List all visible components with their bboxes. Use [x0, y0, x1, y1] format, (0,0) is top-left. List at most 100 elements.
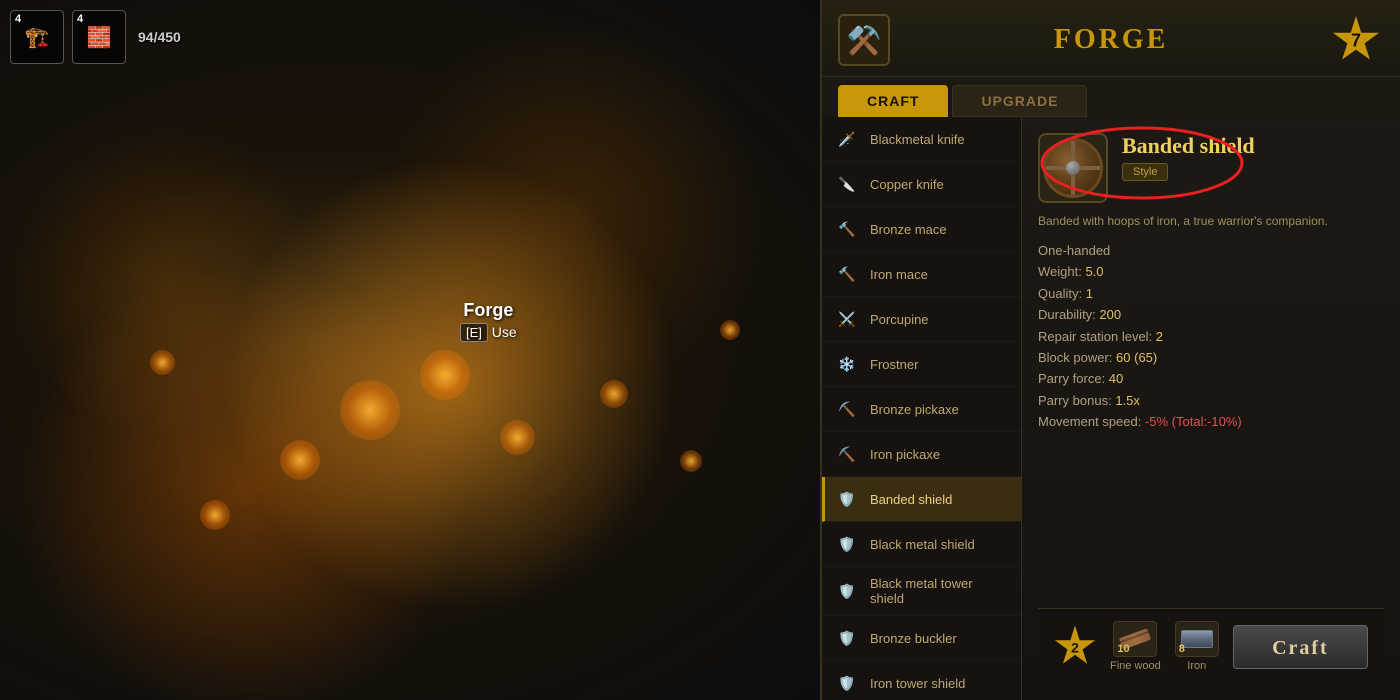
stat-handed: One-handed — [1038, 240, 1384, 261]
list-item-icon-banded-shield: 🛡️ — [834, 486, 860, 512]
item-name-heading: Banded shield — [1122, 133, 1384, 159]
light-effect — [420, 350, 470, 400]
hud-inventory: 4 🏗️ 4 🧱 94/450 — [10, 10, 181, 64]
list-item-label-copper-knife: Copper knife — [870, 177, 944, 192]
ingredient-fine-wood-count: 10 — [1117, 643, 1129, 655]
forge-header: ⚒️ FORGE 7 — [822, 0, 1400, 77]
list-item-label-bronze-buckler: Bronze buckler — [870, 631, 957, 646]
forge-tooltip-action: [E] Use — [460, 323, 517, 342]
ingredient-fine-wood-icon: 10 — [1113, 621, 1157, 657]
style-button[interactable]: Style — [1122, 163, 1168, 181]
forge-key-label: [E] — [460, 323, 488, 342]
stat-repair-station: Repair station level: 2 — [1038, 326, 1384, 347]
list-item-label-black-metal-shield: Black metal shield — [870, 537, 975, 552]
stat-block-power-label: Block power: — [1038, 350, 1116, 365]
list-item-bronze-pickaxe[interactable]: ⛏️ Bronze pickaxe — [822, 387, 1021, 432]
ingredient-iron-icon: 8 — [1175, 621, 1219, 657]
list-item-bronze-buckler[interactable]: 🛡️ Bronze buckler — [822, 616, 1021, 661]
forge-world-tooltip: Forge [E] Use — [460, 300, 517, 342]
light-effect — [600, 380, 628, 408]
hud-item-1-icon: 🏗️ — [25, 25, 50, 50]
stat-movement-speed-label: Movement speed: — [1038, 414, 1145, 429]
item-stats: One-handed Weight: 5.0 Quality: 1 Durabi… — [1038, 240, 1384, 608]
hud-item-1[interactable]: 4 🏗️ — [10, 10, 64, 64]
list-item-iron-tower-shield[interactable]: 🛡️ Iron tower shield — [822, 661, 1021, 700]
forge-title: FORGE — [890, 24, 1332, 56]
item-list: 🗡️ Blackmetal knife 🔪 Copper knife 🔨 Bro… — [822, 117, 1022, 700]
list-item-copper-knife[interactable]: 🔪 Copper knife — [822, 162, 1021, 207]
item-title-area: Banded shield Style — [1122, 133, 1384, 181]
forge-use-label: Use — [492, 324, 517, 340]
list-item-label-blackmetal-knife: Blackmetal knife — [870, 132, 965, 147]
stat-movement-speed: Movement speed: -5% (Total:-10%) — [1038, 411, 1384, 432]
list-item-icon-bronze-pickaxe: ⛏️ — [834, 396, 860, 422]
list-item-frostner[interactable]: ❄️ Frostner — [822, 342, 1021, 387]
list-item-black-metal-tower-shield[interactable]: 🛡️ Black metal tower shield — [822, 567, 1021, 616]
list-item-icon-iron-mace: 🔨 — [834, 261, 860, 287]
forge-tab-bar: CRAFT UPGRADE — [822, 77, 1400, 117]
forge-content-area: 🗡️ Blackmetal knife 🔪 Copper knife 🔨 Bro… — [822, 117, 1400, 700]
list-item-iron-pickaxe[interactable]: ⛏️ Iron pickaxe — [822, 432, 1021, 477]
item-description: Banded with hoops of iron, a true warrio… — [1038, 213, 1384, 230]
list-item-icon-bronze-mace: 🔨 — [834, 216, 860, 242]
stat-parry-bonus-value: 1.5x — [1115, 393, 1140, 408]
item-detail-panel: Banded shield Style Banded with hoops of… — [1022, 117, 1400, 700]
forge-level-number: 7 — [1351, 30, 1361, 51]
list-item-bronze-mace[interactable]: 🔨 Bronze mace — [822, 207, 1021, 252]
stat-parry-bonus-label: Parry bonus: — [1038, 393, 1115, 408]
ingredient-iron-count: 8 — [1179, 643, 1185, 655]
list-item-porcupine[interactable]: ⚔️ Porcupine — [822, 297, 1021, 342]
list-item-label-bronze-mace: Bronze mace — [870, 222, 947, 237]
light-effect — [680, 450, 702, 472]
list-item-icon-blackmetal-knife: 🗡️ — [834, 126, 860, 152]
hud-item-2-count: 4 — [77, 13, 83, 25]
forge-panel: ⚒️ FORGE 7 CRAFT UPGRADE 🗡️ Blackmetal k… — [820, 0, 1400, 700]
stat-weight-value: 5.0 — [1085, 264, 1103, 279]
light-effect — [340, 380, 400, 440]
tab-upgrade[interactable]: UPGRADE — [952, 85, 1087, 117]
forge-anvil-icon: ⚒️ — [847, 24, 882, 57]
list-item-label-porcupine: Porcupine — [870, 312, 929, 327]
craft-requirements: 2 10 Fine wood 8 Iron Craft — [1038, 608, 1384, 684]
stat-parry-force: Parry force: 40 — [1038, 368, 1384, 389]
tab-craft[interactable]: CRAFT — [838, 85, 948, 117]
light-effect — [720, 320, 740, 340]
list-item-icon-iron-pickaxe: ⛏️ — [834, 441, 860, 467]
list-item-iron-mace[interactable]: 🔨 Iron mace — [822, 252, 1021, 297]
stat-durability-label: Durability: — [1038, 307, 1099, 322]
list-item-banded-shield[interactable]: 🛡️ Banded shield — [822, 477, 1021, 522]
hud-weight: 94/450 — [138, 29, 181, 45]
stat-quality: Quality: 1 — [1038, 283, 1384, 304]
list-item-label-iron-mace: Iron mace — [870, 267, 928, 282]
game-viewport: 4 🏗️ 4 🧱 94/450 Forge [E] Use — [0, 0, 820, 700]
shield-icon-circle — [1043, 138, 1103, 198]
hud-item-1-count: 4 — [15, 13, 21, 25]
craft-level-number: 2 — [1071, 639, 1079, 655]
list-item-label-iron-tower-shield: Iron tower shield — [870, 676, 965, 691]
light-effect — [280, 440, 320, 480]
ingredient-fine-wood-label: Fine wood — [1110, 660, 1161, 672]
list-item-black-metal-shield[interactable]: 🛡️ Black metal shield — [822, 522, 1021, 567]
list-item-icon-porcupine: ⚔️ — [834, 306, 860, 332]
stat-parry-bonus: Parry bonus: 1.5x — [1038, 390, 1384, 411]
light-effect — [200, 500, 230, 530]
list-item-label-iron-pickaxe: Iron pickaxe — [870, 447, 940, 462]
stat-parry-force-label: Parry force: — [1038, 371, 1109, 386]
hud-item-2[interactable]: 4 🧱 — [72, 10, 126, 64]
forge-level-star: 7 — [1332, 16, 1380, 64]
stat-movement-speed-value: -5% (Total:-10%) — [1145, 414, 1242, 429]
list-item-icon-copper-knife: 🔪 — [834, 171, 860, 197]
stat-weight: Weight: 5.0 — [1038, 261, 1384, 282]
stat-durability: Durability: 200 — [1038, 304, 1384, 325]
hud-item-2-icon: 🧱 — [87, 25, 112, 50]
list-item-icon-black-metal-shield: 🛡️ — [834, 531, 860, 557]
forge-tooltip-title: Forge — [460, 300, 517, 321]
stat-durability-value: 200 — [1099, 307, 1121, 322]
list-item-label-bronze-pickaxe: Bronze pickaxe — [870, 402, 959, 417]
light-effect — [150, 350, 175, 375]
list-item-blackmetal-knife[interactable]: 🗡️ Blackmetal knife — [822, 117, 1021, 162]
craft-button[interactable]: Craft — [1233, 625, 1368, 669]
shield-boss-center — [1066, 161, 1080, 175]
ingredient-iron: 8 Iron — [1175, 621, 1219, 672]
stat-block-power-value: 60 (65) — [1116, 350, 1157, 365]
